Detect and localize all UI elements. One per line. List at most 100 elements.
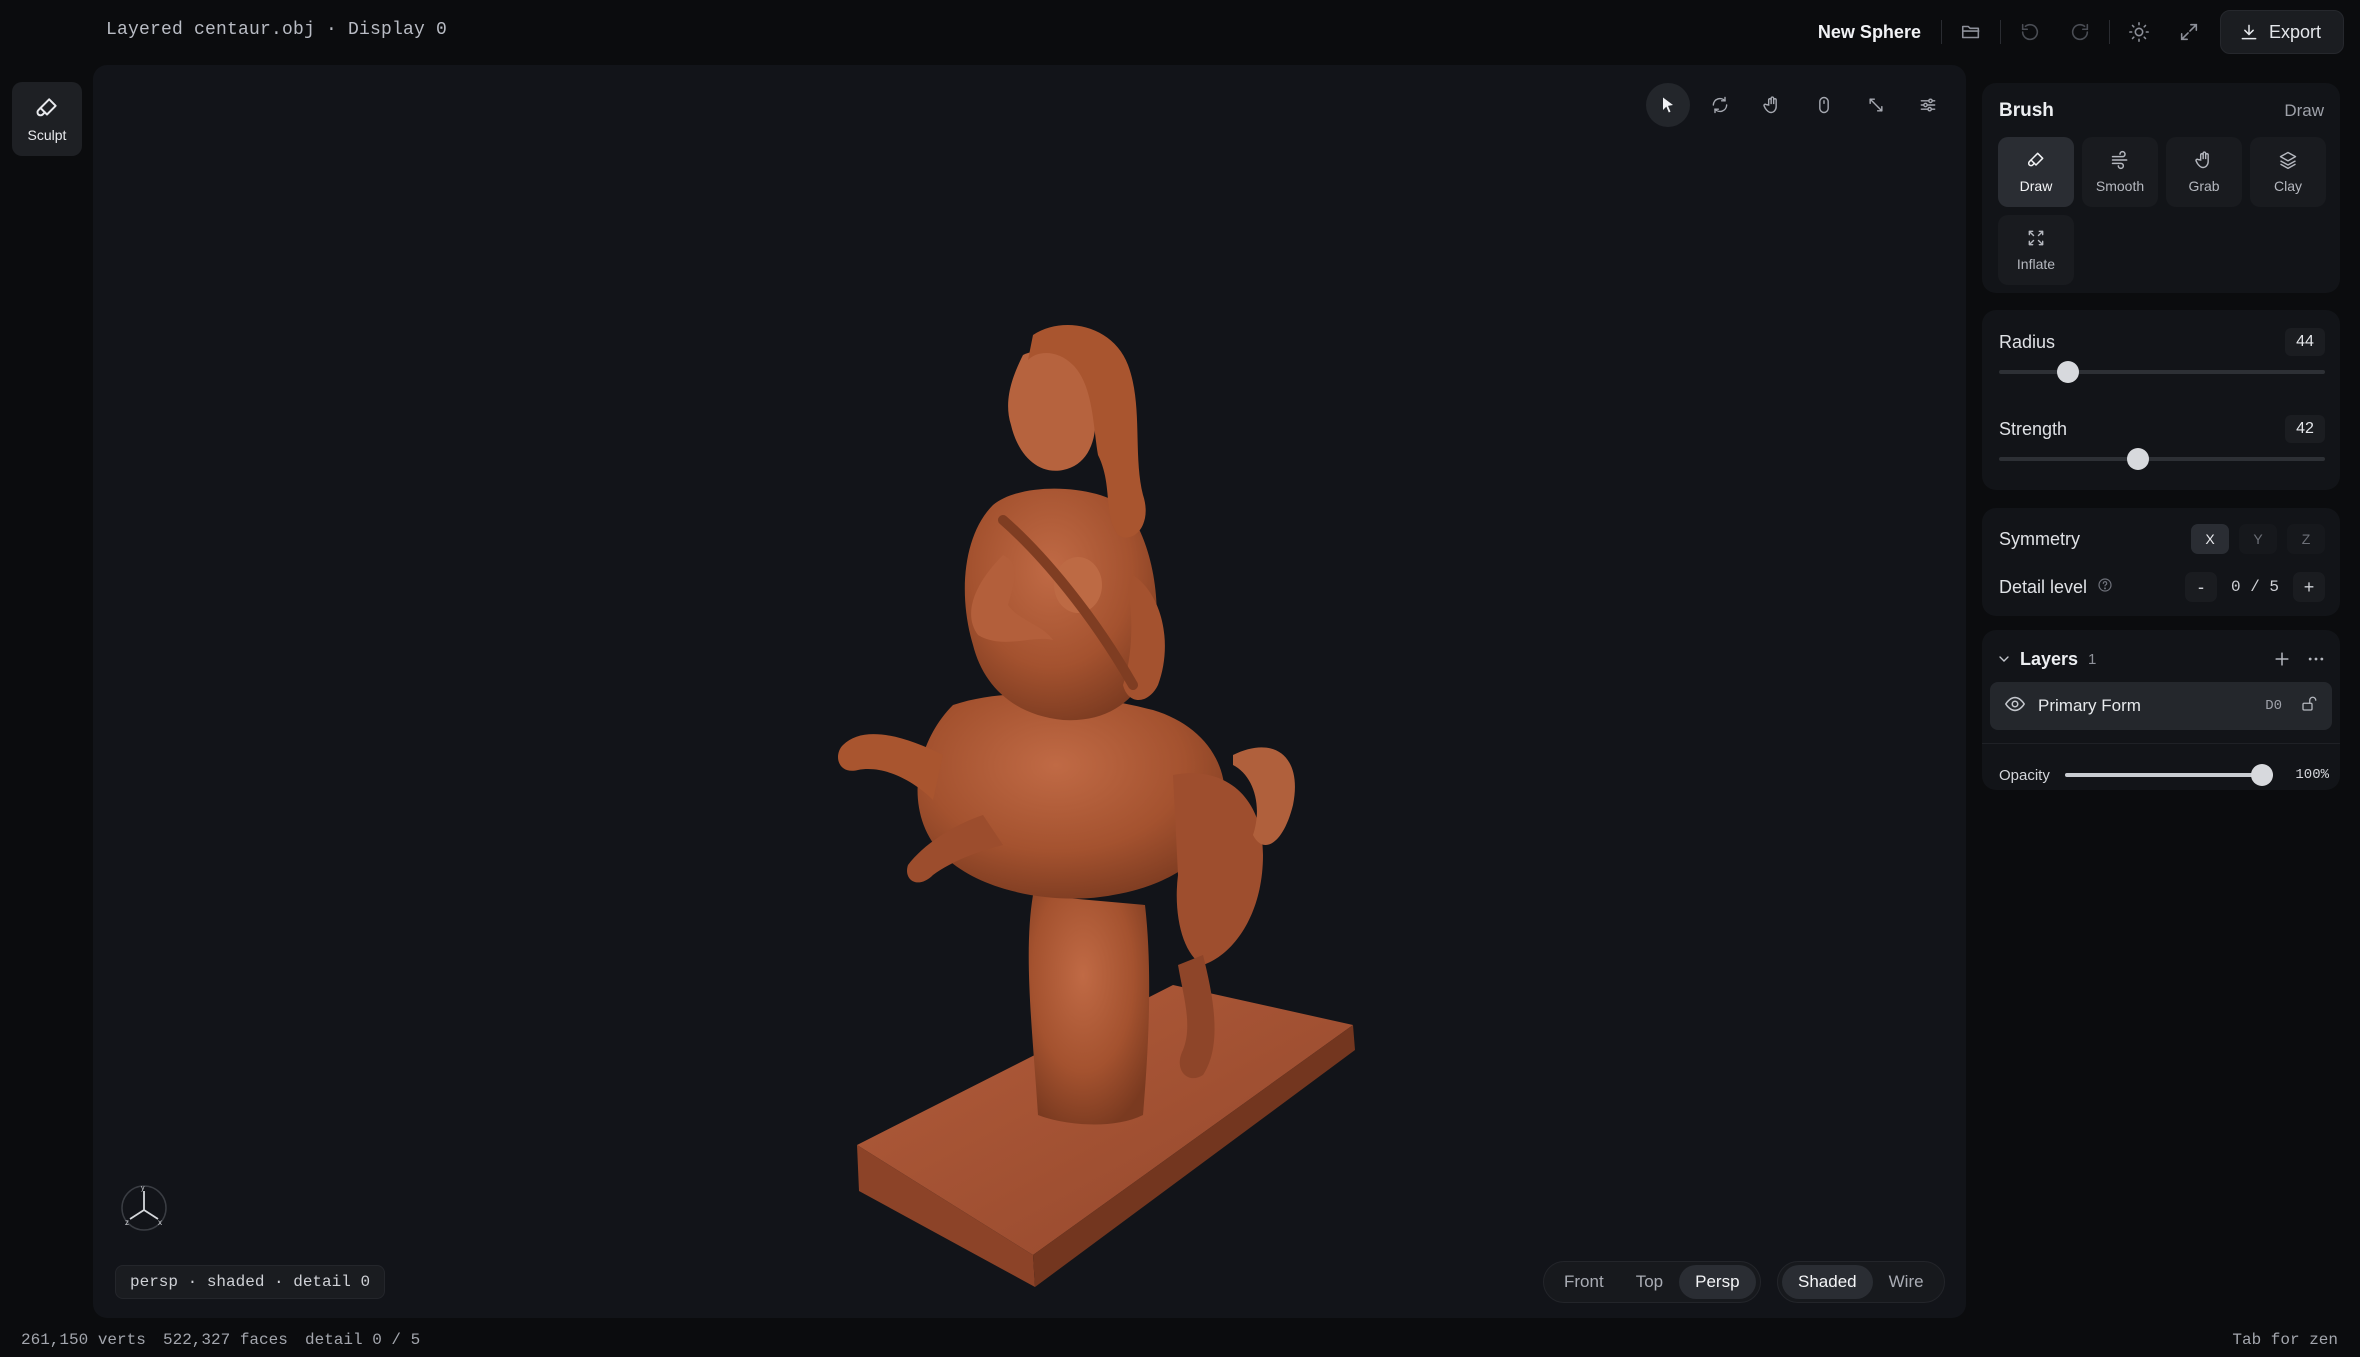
symmetry-x-toggle[interactable]: X bbox=[2191, 524, 2229, 554]
document-title: Layered centaur.obj · Display 0 bbox=[106, 20, 448, 40]
layers-count: 1 bbox=[2088, 650, 2097, 668]
brush-inflate-label: Inflate bbox=[2016, 256, 2056, 272]
opacity-label: Opacity bbox=[1999, 766, 2050, 784]
viewport[interactable]: y z x persp · shaded · detail 0 Front To… bbox=[93, 65, 1966, 1318]
view-switcher: Front Top Persp bbox=[1543, 1261, 1761, 1303]
zen-hint: Tab for zen bbox=[2232, 1330, 2338, 1349]
layers-actions bbox=[2272, 649, 2326, 669]
detail-status: detail 0 / 5 bbox=[305, 1330, 421, 1349]
face-count: 522,327 faces bbox=[163, 1330, 288, 1349]
chevron-down-icon[interactable] bbox=[1996, 651, 2012, 667]
detail-row: Detail level - 0 / 5 + bbox=[1999, 570, 2325, 604]
theme-toggle-button[interactable] bbox=[2114, 10, 2164, 54]
fullscreen-icon bbox=[2180, 23, 2198, 41]
symmetry-y-toggle[interactable]: Y bbox=[2239, 524, 2277, 554]
tree-trunk bbox=[1028, 895, 1150, 1125]
mode-wire-button[interactable]: Wire bbox=[1873, 1265, 1940, 1299]
toolbar-divider bbox=[1999, 20, 2001, 44]
layers-panel: Layers 1 Primary Form D0 Opacity 100% bbox=[1982, 630, 2340, 790]
symmetry-z-toggle[interactable]: Z bbox=[2287, 524, 2325, 554]
opacity-track[interactable] bbox=[2065, 764, 2273, 786]
layer-item[interactable]: Primary Form D0 bbox=[1990, 682, 2332, 730]
brush-inflate-button[interactable]: Inflate bbox=[1998, 215, 2074, 285]
layers-header[interactable]: Layers 1 bbox=[1996, 644, 2326, 674]
folder-open-icon bbox=[1961, 25, 1980, 39]
top-bar: Layered centaur.obj · Display 0 New Sphe… bbox=[0, 0, 2360, 64]
fullscreen-button[interactable] bbox=[2164, 10, 2214, 54]
redo-button[interactable] bbox=[2055, 10, 2105, 54]
brush-settings-panel: Radius 44 Strength 42 bbox=[1982, 310, 2340, 490]
top-actions: New Sphere Export bbox=[1802, 10, 2344, 54]
brush-grab-button[interactable]: Grab bbox=[2166, 137, 2242, 207]
more-options-icon[interactable] bbox=[2306, 649, 2326, 669]
add-layer-icon[interactable] bbox=[2272, 649, 2292, 669]
opacity-fill bbox=[2065, 773, 2273, 777]
detail-stepper: - 0 / 5 + bbox=[2184, 572, 2325, 602]
brush-smooth-button[interactable]: Smooth bbox=[2082, 137, 2158, 207]
axis-label-x: x bbox=[158, 1218, 162, 1227]
rotate-icon bbox=[1712, 96, 1728, 114]
layers-title: Layers bbox=[2020, 648, 2079, 669]
radius-track[interactable] bbox=[1999, 370, 2325, 374]
brush-grab-label: Grab bbox=[2188, 178, 2220, 194]
visibility-toggle[interactable] bbox=[2004, 693, 2026, 720]
download-icon bbox=[2241, 24, 2257, 40]
strength-label: Strength bbox=[1999, 419, 2068, 439]
brush-draw-button[interactable]: Draw bbox=[1998, 137, 2074, 207]
toolbar-divider bbox=[1940, 20, 1942, 44]
pan-tool-button[interactable] bbox=[1750, 83, 1794, 127]
mouse-mode-button[interactable] bbox=[1802, 83, 1846, 127]
symmetry-row: Symmetry X Y Z bbox=[1999, 522, 2325, 556]
fit-view-button[interactable] bbox=[1854, 83, 1898, 127]
strength-value[interactable]: 42 bbox=[2285, 415, 2325, 443]
cursor-icon bbox=[1663, 97, 1673, 113]
toolbar-divider bbox=[2108, 20, 2110, 44]
unlock-icon bbox=[2302, 696, 2317, 711]
radius-value[interactable]: 44 bbox=[2285, 328, 2325, 356]
orbit-tool-button[interactable] bbox=[1698, 83, 1742, 127]
viewport-status: persp · shaded · detail 0 bbox=[115, 1265, 386, 1299]
detail-decrease-button[interactable]: - bbox=[2184, 572, 2217, 602]
layer-lock-toggle[interactable] bbox=[2300, 695, 2318, 718]
eye-icon bbox=[2004, 696, 2026, 711]
view-top-button[interactable]: Top bbox=[1620, 1265, 1679, 1299]
brush-clay-button[interactable]: Clay bbox=[2250, 137, 2326, 207]
detail-increase-button[interactable]: + bbox=[2293, 572, 2325, 602]
brush-draw-label: Draw bbox=[2019, 178, 2053, 194]
brush-icon bbox=[36, 98, 57, 117]
sliders-icon bbox=[1920, 98, 1936, 112]
detail-value: 0 / 5 bbox=[2230, 578, 2279, 596]
radius-label: Radius bbox=[1999, 332, 2056, 352]
expand-icon bbox=[2028, 230, 2044, 246]
export-button[interactable]: Export bbox=[2219, 10, 2344, 54]
layers-divider bbox=[1982, 743, 2340, 744]
view-persp-button[interactable]: Persp bbox=[1679, 1265, 1756, 1299]
viewport-toolbar bbox=[1646, 83, 1950, 127]
axis-label-y: y bbox=[141, 1185, 145, 1192]
undo-button[interactable] bbox=[2005, 10, 2055, 54]
help-icon[interactable] bbox=[2097, 577, 2113, 598]
layers-icon bbox=[2279, 151, 2297, 170]
strength-track[interactable] bbox=[1999, 457, 2325, 461]
detail-label: Detail level bbox=[1999, 576, 2088, 597]
opacity-slider-knob[interactable] bbox=[2251, 764, 2273, 786]
vertex-count: 261,150 verts bbox=[21, 1330, 146, 1349]
select-tool-button[interactable] bbox=[1646, 83, 1690, 127]
sculpt-model[interactable] bbox=[733, 255, 1413, 1295]
viewport-settings-button[interactable] bbox=[1906, 83, 1950, 127]
sun-icon bbox=[2129, 22, 2149, 42]
brush-title: Brush bbox=[1999, 100, 2054, 121]
strength-slider-knob[interactable] bbox=[2126, 448, 2149, 470]
sculpt-tool-button[interactable]: Sculpt bbox=[12, 82, 82, 156]
mode-shaded-button[interactable]: Shaded bbox=[1782, 1265, 1873, 1299]
render-mode-switcher: Shaded Wire bbox=[1777, 1261, 1945, 1303]
open-file-button[interactable] bbox=[1946, 10, 1996, 54]
mouse-icon bbox=[1819, 96, 1829, 114]
view-front-button[interactable]: Front bbox=[1548, 1265, 1620, 1299]
smooth-icon bbox=[2111, 150, 2128, 170]
new-sphere-button[interactable]: New Sphere bbox=[1802, 10, 1937, 54]
radius-slider-knob[interactable] bbox=[2056, 361, 2079, 383]
axis-label-z: z bbox=[125, 1218, 129, 1227]
sculpt-label: Sculpt bbox=[27, 127, 67, 143]
axis-gizmo[interactable]: y z x bbox=[119, 1183, 169, 1233]
